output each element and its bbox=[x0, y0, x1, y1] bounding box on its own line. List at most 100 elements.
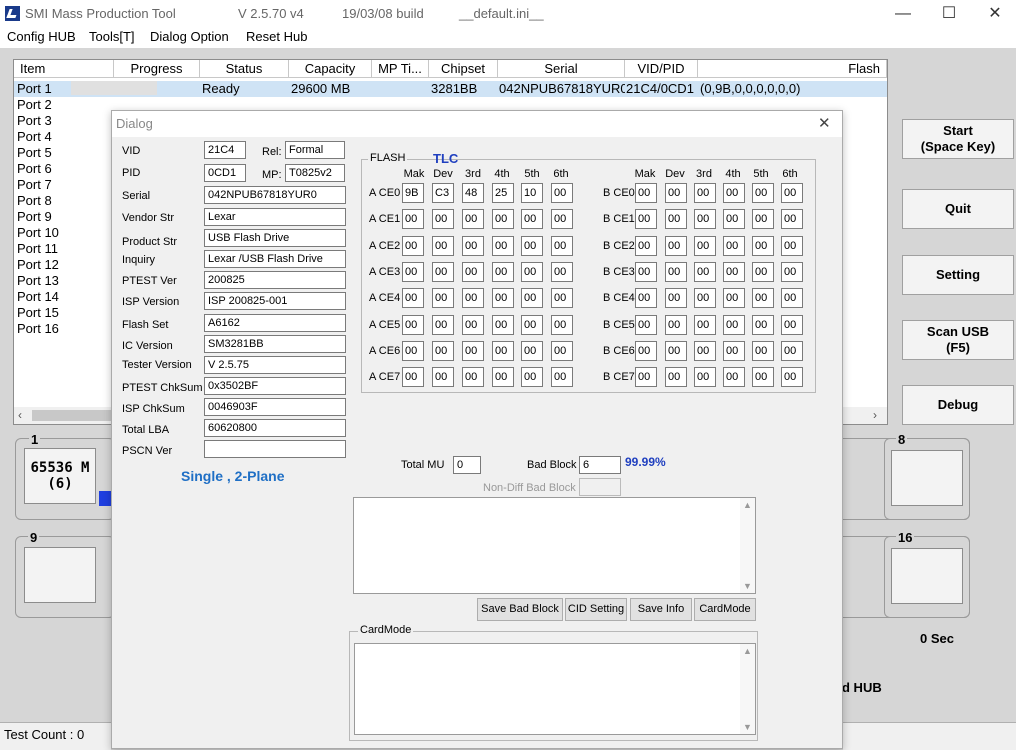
a-ce7-cell-5[interactable]: 00 bbox=[551, 367, 573, 388]
b-ce2-cell-0[interactable]: 00 bbox=[635, 235, 657, 256]
a-ce7-cell-4[interactable]: 00 bbox=[521, 367, 543, 388]
b-ce3-cell-0[interactable]: 00 bbox=[635, 261, 657, 282]
port-16-status-box[interactable] bbox=[891, 548, 963, 604]
b-ce6-cell-2[interactable]: 00 bbox=[694, 340, 716, 361]
b-ce7-cell-1[interactable]: 00 bbox=[665, 367, 687, 388]
b-ce3-cell-5[interactable]: 00 bbox=[781, 261, 803, 282]
b-ce2-cell-3[interactable]: 00 bbox=[723, 235, 745, 256]
b-ce2-cell-4[interactable]: 00 bbox=[752, 235, 774, 256]
a-ce6-cell-4[interactable]: 00 bbox=[521, 340, 543, 361]
a-ce3-cell-2[interactable]: 00 bbox=[462, 261, 484, 282]
a-ce3-cell-3[interactable]: 00 bbox=[492, 261, 514, 282]
scroll-down-icon[interactable]: ▼ bbox=[743, 581, 752, 591]
b-ce0-cell-0[interactable]: 00 bbox=[635, 183, 657, 203]
b-ce4-cell-5[interactable]: 00 bbox=[781, 288, 803, 309]
pid-field[interactable]: 0CD1 bbox=[204, 164, 246, 182]
menu-reset-hub[interactable]: Reset Hub bbox=[246, 29, 307, 44]
product-str-field[interactable]: USB Flash Drive bbox=[204, 229, 346, 247]
b-ce0-cell-5[interactable]: 00 bbox=[781, 183, 803, 203]
b-ce2-cell-1[interactable]: 00 bbox=[665, 235, 687, 256]
b-ce3-cell-2[interactable]: 00 bbox=[694, 261, 716, 282]
start-button[interactable]: Start (Space Key) bbox=[902, 119, 1014, 159]
b-ce3-cell-3[interactable]: 00 bbox=[723, 261, 745, 282]
b-ce1-cell-4[interactable]: 00 bbox=[752, 209, 774, 230]
scan-usb-button[interactable]: Scan USB (F5) bbox=[902, 320, 1014, 360]
b-ce5-cell-3[interactable]: 00 bbox=[723, 314, 745, 335]
a-ce1-cell-2[interactable]: 00 bbox=[462, 209, 484, 230]
pscn-ver-field[interactable] bbox=[204, 440, 346, 458]
a-ce6-cell-1[interactable]: 00 bbox=[432, 340, 454, 361]
b-ce0-cell-2[interactable]: 00 bbox=[694, 183, 716, 203]
a-ce2-cell-3[interactable]: 00 bbox=[492, 235, 514, 256]
a-ce4-cell-3[interactable]: 00 bbox=[492, 288, 514, 309]
col-capacity[interactable]: Capacity bbox=[289, 60, 372, 78]
a-ce7-cell-1[interactable]: 00 bbox=[432, 367, 454, 388]
a-ce6-cell-0[interactable]: 00 bbox=[402, 340, 424, 361]
b-ce6-cell-4[interactable]: 00 bbox=[752, 340, 774, 361]
b-ce0-cell-1[interactable]: 00 bbox=[665, 183, 687, 203]
b-ce4-cell-0[interactable]: 00 bbox=[635, 288, 657, 309]
b-ce1-cell-1[interactable]: 00 bbox=[665, 209, 687, 230]
a-ce7-cell-0[interactable]: 00 bbox=[402, 367, 424, 388]
a-ce2-cell-4[interactable]: 00 bbox=[521, 235, 543, 256]
a-ce6-cell-3[interactable]: 00 bbox=[492, 340, 514, 361]
info-scrollbar[interactable]: ▲ ▼ bbox=[740, 498, 755, 593]
col-progress[interactable]: Progress bbox=[114, 60, 200, 78]
dialog-close-icon[interactable]: ✕ bbox=[818, 114, 831, 132]
port-1-status-box[interactable]: 65536 M (6) bbox=[24, 448, 96, 504]
tester-version-field[interactable]: V 2.5.75 bbox=[204, 356, 346, 374]
a-ce1-cell-0[interactable]: 00 bbox=[402, 209, 424, 230]
a-ce5-cell-2[interactable]: 00 bbox=[462, 314, 484, 335]
menu-config-hub[interactable]: Config HUB bbox=[7, 29, 76, 44]
b-ce4-cell-2[interactable]: 00 bbox=[694, 288, 716, 309]
a-ce3-cell-5[interactable]: 00 bbox=[551, 261, 573, 282]
ptest-chksum-field[interactable]: 0x3502BF bbox=[204, 377, 346, 395]
a-ce5-cell-5[interactable]: 00 bbox=[551, 314, 573, 335]
isp-version-field[interactable]: ISP 200825-001 bbox=[204, 292, 346, 310]
a-ce2-cell-5[interactable]: 00 bbox=[551, 235, 573, 256]
col-item[interactable]: Item bbox=[14, 60, 114, 78]
col-serial[interactable]: Serial bbox=[498, 60, 625, 78]
a-ce0-cell-3[interactable]: 25 bbox=[492, 183, 514, 203]
b-ce0-cell-4[interactable]: 00 bbox=[752, 183, 774, 203]
a-ce0-cell-4[interactable]: 10 bbox=[521, 183, 543, 203]
a-ce3-cell-1[interactable]: 00 bbox=[432, 261, 454, 282]
port-9-status-box[interactable] bbox=[24, 547, 96, 603]
b-ce2-cell-5[interactable]: 00 bbox=[781, 235, 803, 256]
cardmode-scrollbar[interactable]: ▲ ▼ bbox=[740, 644, 755, 734]
b-ce1-cell-3[interactable]: 00 bbox=[723, 209, 745, 230]
scroll-down-icon[interactable]: ▼ bbox=[743, 722, 752, 732]
menu-dialog-option[interactable]: Dialog Option bbox=[150, 29, 229, 44]
debug-button[interactable]: Debug bbox=[902, 385, 1014, 425]
a-ce2-cell-2[interactable]: 00 bbox=[462, 235, 484, 256]
b-ce1-cell-5[interactable]: 00 bbox=[781, 209, 803, 230]
a-ce3-cell-4[interactable]: 00 bbox=[521, 261, 543, 282]
b-ce6-cell-0[interactable]: 00 bbox=[635, 340, 657, 361]
inquiry-field[interactable]: Lexar /USB Flash Drive bbox=[204, 250, 346, 268]
total-mu-field[interactable]: 0 bbox=[453, 456, 481, 474]
a-ce4-cell-2[interactable]: 00 bbox=[462, 288, 484, 309]
a-ce5-cell-0[interactable]: 00 bbox=[402, 314, 424, 335]
b-ce5-cell-2[interactable]: 00 bbox=[694, 314, 716, 335]
total-lba-field[interactable]: 60620800 bbox=[204, 419, 346, 437]
a-ce1-cell-1[interactable]: 00 bbox=[432, 209, 454, 230]
b-ce6-cell-1[interactable]: 00 bbox=[665, 340, 687, 361]
b-ce0-cell-3[interactable]: 00 bbox=[723, 183, 745, 203]
b-ce4-cell-4[interactable]: 00 bbox=[752, 288, 774, 309]
scroll-left-icon[interactable]: ‹ bbox=[18, 408, 22, 422]
a-ce3-cell-0[interactable]: 00 bbox=[402, 261, 424, 282]
b-ce7-cell-0[interactable]: 00 bbox=[635, 367, 657, 388]
a-ce7-cell-3[interactable]: 00 bbox=[492, 367, 514, 388]
a-ce7-cell-2[interactable]: 00 bbox=[462, 367, 484, 388]
a-ce4-cell-4[interactable]: 00 bbox=[521, 288, 543, 309]
port-8-status-box[interactable] bbox=[891, 450, 963, 506]
setting-button[interactable]: Setting bbox=[902, 255, 1014, 295]
rel-field[interactable]: Formal bbox=[285, 141, 345, 159]
a-ce0-cell-0[interactable]: 9B bbox=[402, 183, 424, 203]
quit-button[interactable]: Quit bbox=[902, 189, 1014, 229]
cid-setting-button[interactable]: CID Setting bbox=[565, 598, 627, 621]
cardmode-textarea[interactable]: ▲ ▼ bbox=[354, 643, 756, 735]
b-ce4-cell-1[interactable]: 00 bbox=[665, 288, 687, 309]
b-ce6-cell-3[interactable]: 00 bbox=[723, 340, 745, 361]
a-ce2-cell-0[interactable]: 00 bbox=[402, 235, 424, 256]
